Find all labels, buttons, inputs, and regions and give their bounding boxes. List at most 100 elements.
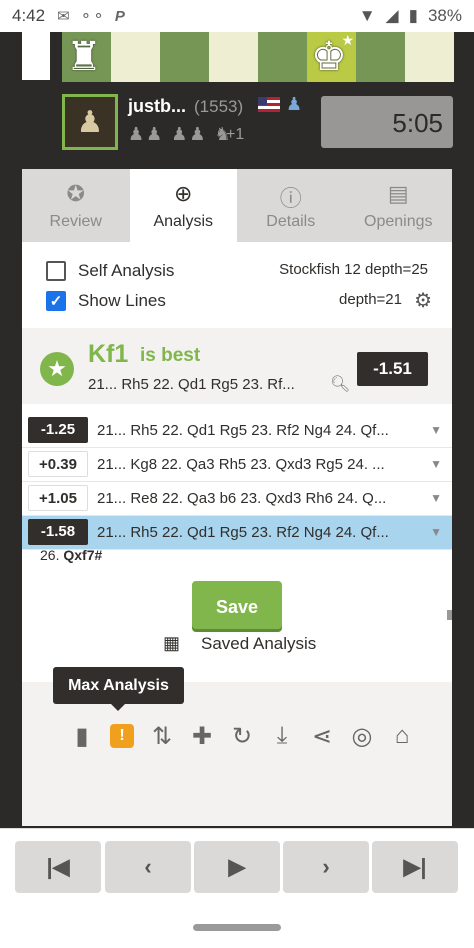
self-analysis-label[interactable]: Self Analysis	[78, 261, 174, 281]
institution-icon[interactable]: ⌂	[382, 720, 422, 752]
saved-analysis-icon[interactable]: ▦	[163, 633, 180, 654]
board-square[interactable]: ♚ ★	[307, 32, 356, 82]
refresh-icon[interactable]: ↻	[222, 720, 262, 752]
status-bar: 4:42 ✉ ⚬⚬ P ▼ ◢ ▮ 38%	[0, 0, 474, 32]
engine-line[interactable]: -1.25 21... Rh5 22. Qd1 Rg5 23. Rf2 Ng4 …	[22, 414, 452, 448]
chevron-down-icon[interactable]: ▼	[430, 423, 442, 437]
line-eval: -1.25	[28, 417, 88, 443]
gear-icon[interactable]: ⚙	[414, 288, 432, 313]
star-icon: ★	[40, 352, 74, 386]
line-moves[interactable]: 21... Rh5 22. Qd1 Rg5 23. Rf2 Ng4 24. Qf…	[97, 524, 422, 541]
board-square[interactable]	[209, 32, 258, 82]
engine-line[interactable]: +0.39 21... Kg8 22. Qa3 Rh5 23. Qxd3 Rg5…	[22, 448, 452, 482]
opponent-row: ♟ justb... (1553) ♟ ♟♟ ♟♟ ♞ +1 5:05	[62, 94, 454, 150]
tab-review[interactable]: ✪ Review	[22, 169, 130, 242]
best-move-text: is best	[140, 345, 201, 366]
last-move-icon: ▶|	[403, 854, 427, 879]
engine-line-selected[interactable]: -1.58 21... Rh5 22. Qd1 Rg5 23. Rf2 Ng4 …	[22, 516, 452, 550]
rook-icon: ♜	[66, 35, 102, 79]
share-icon[interactable]: ⋖	[302, 720, 342, 752]
self-analysis-checkbox[interactable]	[46, 261, 66, 281]
opponent-username[interactable]: justb...	[128, 96, 186, 117]
bar-chart-icon[interactable]: ▮	[62, 720, 102, 752]
show-lines-checkbox[interactable]: ✓	[46, 291, 66, 311]
scrollbar[interactable]	[447, 610, 452, 620]
avatar[interactable]: ♟	[62, 94, 118, 150]
tab-bar: ✪ Review ⊕ Analysis ⓘ Details ▤ Openings	[22, 169, 452, 242]
next-move-button[interactable]: ›	[283, 841, 369, 893]
target-icon[interactable]: ◎	[342, 720, 382, 752]
best-move-box: ★ Kf1 is best 21... Rh5 22. Qd1 Rg5 23. …	[22, 328, 452, 404]
tool-row: ▮ ! ⇅ ✚ ↻ ⤓ ⋖ ◎ ⌂	[62, 720, 422, 752]
line-eval: +0.39	[28, 451, 88, 477]
tab-analysis[interactable]: ⊕ Analysis	[129, 169, 237, 242]
board-square[interactable]: ♜	[62, 32, 111, 82]
board-square[interactable]	[258, 32, 307, 82]
move-navigation: |◀ ‹ ▶ › ▶|	[0, 828, 474, 904]
book-icon: ▤	[387, 180, 409, 206]
move-number: 26.	[40, 547, 60, 563]
chevron-down-icon[interactable]: ▼	[430, 457, 442, 471]
magnifier-icon: ⊕	[174, 180, 193, 206]
add-icon[interactable]: ✚	[182, 720, 222, 752]
status-time: 4:42	[12, 6, 46, 25]
play-button[interactable]: ▶	[194, 841, 280, 893]
battery-percent: 38%	[427, 6, 462, 25]
tab-openings[interactable]: ▤ Openings	[345, 169, 453, 242]
line-moves[interactable]: 21... Rh5 22. Qd1 Rg5 23. Rf2 Ng4 24. Qf…	[97, 422, 422, 439]
star-icon: ✪	[66, 180, 85, 206]
home-bar[interactable]	[193, 924, 281, 931]
analysis-panel: ✪ Review ⊕ Analysis ⓘ Details ▤ Openings…	[22, 169, 452, 826]
play-icon: ▶	[228, 854, 246, 879]
show-lines-label[interactable]: Show Lines	[78, 291, 166, 311]
opponent-clock: 5:05	[321, 96, 453, 148]
board-square[interactable]	[356, 32, 405, 82]
line-eval: -1.58	[28, 519, 88, 545]
chevron-down-icon[interactable]: ▼	[430, 525, 442, 539]
paypal-icon: P	[114, 7, 125, 25]
tab-details[interactable]: ⓘ Details	[237, 169, 345, 242]
flip-board-icon[interactable]: ⇅	[142, 720, 182, 752]
voicemail-icon: ⚬⚬	[79, 8, 105, 25]
tab-label: Details	[266, 212, 316, 230]
board-square[interactable]	[405, 32, 454, 82]
captured-pieces-icon: ♟♟ ♟♟ ♞	[128, 124, 233, 144]
tab-label: Review	[49, 212, 102, 230]
analysis-options: Self Analysis ✓ Show Lines Stockfish 12 …	[22, 242, 452, 328]
engine-label: Stockfish 12 depth=25	[279, 261, 428, 278]
board-square[interactable]	[160, 32, 209, 82]
wifi-icon: ▼	[358, 6, 376, 25]
search-icon[interactable]: 🔍︎	[330, 374, 350, 394]
board-square[interactable]	[111, 32, 160, 82]
chevron-down-icon[interactable]: ▼	[430, 491, 442, 505]
info-icon: ⓘ	[279, 185, 302, 211]
first-move-button[interactable]: |◀	[15, 841, 101, 893]
tooltip: Max Analysis	[53, 667, 184, 711]
pawn-badge-icon: ♟	[286, 94, 303, 114]
material-advantage: +1	[226, 126, 245, 143]
best-move-star-icon: ★	[341, 32, 354, 48]
analysis-toolbar: Max Analysis ▮ ! ⇅ ✚ ↻ ⤓ ⋖ ◎ ⌂	[22, 667, 452, 826]
system-nav-area	[0, 904, 474, 948]
best-move-line[interactable]: 21... Rh5 22. Qd1 Rg5 23. Rf...	[88, 376, 295, 393]
best-move-eval: -1.51	[357, 352, 428, 386]
save-button[interactable]: Save	[192, 581, 282, 629]
depth-label: depth=21	[339, 291, 402, 308]
last-move-button[interactable]: ▶|	[372, 841, 458, 893]
line-moves[interactable]: 21... Re8 22. Qa3 b6 23. Qxd3 Rh6 24. Q.…	[97, 490, 422, 507]
overflow-move: 26. Qxf7#	[40, 547, 102, 563]
best-move: Kf1	[88, 340, 129, 368]
engine-line[interactable]: +1.05 21... Re8 22. Qa3 b6 23. Qxd3 Rh6 …	[22, 482, 452, 516]
saved-analysis-link[interactable]: Saved Analysis	[201, 634, 316, 654]
eval-bar	[22, 32, 50, 80]
opponent-rating: (1553)	[194, 97, 244, 116]
download-icon[interactable]: ⤓	[262, 720, 302, 752]
line-eval: +1.05	[28, 485, 88, 511]
line-moves[interactable]: 21... Kg8 22. Qa3 Rh5 23. Qxd3 Rg5 24. .…	[97, 456, 422, 473]
next-move-icon: ›	[322, 854, 330, 879]
engine-lines: -1.25 21... Rh5 22. Qd1 Rg5 23. Rf2 Ng4 …	[22, 414, 452, 550]
gmail-icon: ✉	[57, 8, 70, 25]
max-analysis-icon[interactable]: !	[102, 720, 142, 752]
previous-move-button[interactable]: ‹	[105, 841, 191, 893]
board-strip[interactable]: ♜ ♚ ★	[62, 32, 454, 82]
